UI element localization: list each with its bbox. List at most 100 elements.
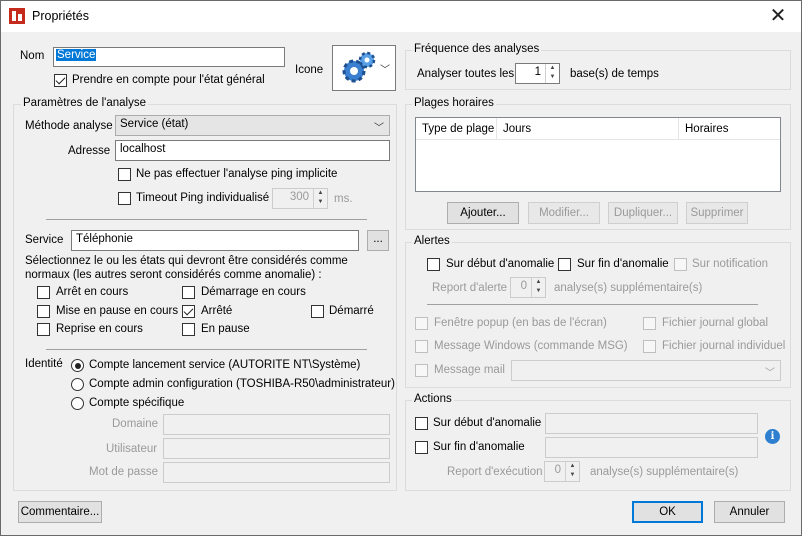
timeout-checkbox[interactable] — [118, 192, 131, 205]
column-header-type[interactable]: Type de plage — [416, 118, 497, 140]
name-input[interactable]: Service — [53, 47, 285, 67]
password-input[interactable] — [163, 462, 390, 483]
action-on-end-input[interactable] — [545, 437, 758, 458]
domain-input[interactable] — [163, 414, 390, 435]
icon-label: Icone — [295, 64, 324, 76]
windows-msg-checkbox[interactable] — [415, 340, 428, 353]
domain-label: Domaine — [112, 418, 159, 430]
ok-button[interactable]: OK — [632, 501, 703, 523]
alert-on-notification-checkbox[interactable] — [674, 258, 687, 271]
user-label: Utilisateur — [106, 443, 158, 455]
close-icon[interactable]: ✕ — [755, 1, 801, 32]
state-stopped-checkbox[interactable] — [182, 305, 195, 318]
browse-service-button[interactable]: ... — [367, 230, 389, 251]
frequency-group-title: Fréquence des analyses — [412, 43, 542, 55]
address-label: Adresse — [68, 145, 111, 157]
global-log-label: Fichier journal global — [662, 317, 769, 329]
column-header-days[interactable]: Jours — [497, 118, 679, 140]
state-stopping-label: Arrêt en cours — [56, 286, 129, 298]
timeout-spinner[interactable]: 300 ▲ ▼ — [272, 188, 328, 209]
state-starting-checkbox[interactable] — [182, 286, 195, 299]
chevron-down-icon: ﹀ — [380, 65, 390, 76]
schedule-group-title: Plages horaires — [412, 97, 496, 109]
gears-icon — [342, 51, 376, 83]
alert-on-start-label: Sur début d'anomalie — [446, 258, 555, 270]
icon-picker[interactable]: ﹀ — [332, 45, 396, 91]
action-on-end-checkbox[interactable] — [415, 441, 428, 454]
schedule-table[interactable]: Type de plage Jours Horaires — [415, 117, 781, 192]
state-pausing-checkbox[interactable] — [37, 305, 50, 318]
action-on-start-checkbox[interactable] — [415, 417, 428, 430]
no-ping-checkbox[interactable] — [118, 168, 131, 181]
app-icon — [9, 8, 25, 24]
spinner-arrows-icon[interactable]: ▲ ▼ — [313, 189, 327, 208]
individual-log-label: Fichier journal individuel — [662, 340, 786, 352]
name-input-value: Service — [56, 49, 97, 61]
alert-on-start-checkbox[interactable] — [427, 258, 440, 271]
add-schedule-button[interactable]: Ajouter... — [447, 202, 519, 224]
individual-log-checkbox[interactable] — [643, 340, 656, 353]
column-header-hours[interactable]: Horaires — [679, 118, 780, 140]
spinner-arrows-icon[interactable]: ▲ ▼ — [545, 64, 559, 83]
separator — [46, 349, 367, 350]
comment-button[interactable]: Commentaire... — [18, 501, 102, 523]
action-delay-spinner[interactable]: 0 ▲ ▼ — [544, 461, 580, 482]
frequency-value: 1 — [534, 66, 541, 78]
alert-on-notification-label: Sur notification — [692, 258, 769, 270]
analysis-group-title: Paramètres de l'analyse — [21, 97, 149, 109]
timeout-unit: ms. — [334, 193, 353, 205]
mail-checkbox[interactable] — [415, 364, 428, 377]
frequency-suffix: base(s) de temps — [570, 68, 659, 80]
properties-dialog: Propriétés ✕ Nom Service Prendre en comp… — [0, 0, 802, 536]
separator — [427, 304, 758, 305]
timeout-value: 300 — [289, 191, 309, 203]
separator — [46, 219, 367, 220]
alert-delay-suffix: analyse(s) supplémentaire(s) — [554, 282, 703, 294]
mail-select[interactable]: ﹀ — [511, 360, 781, 381]
timeout-label: Timeout Ping individualisé — [136, 192, 270, 204]
delete-schedule-button[interactable]: Supprimer — [686, 202, 748, 224]
password-label: Mot de passe — [89, 466, 159, 478]
title-bar: Propriétés ✕ — [1, 1, 801, 32]
alert-delay-spinner[interactable]: 0 ▲ ▼ — [510, 277, 546, 298]
spinner-arrows-icon[interactable]: ▲ ▼ — [531, 278, 545, 297]
state-started-label: Démarré — [329, 305, 374, 317]
edit-schedule-button[interactable]: Modifier... — [528, 202, 600, 224]
identity-option-2-radio[interactable] — [71, 397, 84, 410]
info-icon[interactable]: i — [765, 429, 780, 444]
alert-delay-value: 0 — [520, 280, 527, 292]
action-delay-label: Report d'exécution — [447, 466, 543, 478]
global-log-checkbox[interactable] — [643, 317, 656, 330]
state-resuming-label: Reprise en cours — [56, 323, 143, 335]
state-pausing-label: Mise en pause en cours — [56, 305, 179, 317]
duplicate-schedule-button[interactable]: Dupliquer... — [608, 202, 678, 224]
states-intro: Sélectionnez le ou les états qui devront… — [25, 255, 348, 281]
action-on-start-input[interactable] — [545, 413, 758, 434]
state-paused-checkbox[interactable] — [182, 323, 195, 336]
cancel-button[interactable]: Annuler — [714, 501, 785, 523]
action-delay-suffix: analyse(s) supplémentaire(s) — [590, 466, 739, 478]
address-input[interactable]: localhost — [115, 140, 390, 161]
state-stopping-checkbox[interactable] — [37, 286, 50, 299]
service-input[interactable]: Téléphonie — [71, 230, 359, 251]
identity-option-1-radio[interactable] — [71, 378, 84, 391]
state-stopped-label: Arrêté — [201, 305, 233, 317]
action-on-end-label: Sur fin d'anomalie — [433, 441, 525, 453]
window-title: Propriétés — [32, 9, 89, 23]
spinner-arrows-icon[interactable]: ▲ ▼ — [565, 462, 579, 481]
state-started-checkbox[interactable] — [311, 305, 324, 318]
state-resuming-checkbox[interactable] — [37, 323, 50, 336]
include-checkbox[interactable] — [54, 74, 67, 87]
identity-option-1-label: Compte admin configuration (TOSHIBA-R50\… — [89, 378, 395, 390]
state-starting-label: Démarrage en cours — [201, 286, 306, 298]
method-select[interactable]: Service (état) ﹀ — [115, 115, 390, 136]
frequency-prefix: Analyser toutes les — [417, 68, 515, 80]
identity-option-0-radio[interactable] — [71, 359, 84, 372]
action-delay-value: 0 — [554, 464, 561, 476]
popup-checkbox[interactable] — [415, 317, 428, 330]
user-input[interactable] — [163, 438, 390, 459]
frequency-spinner[interactable]: 1 ▲ ▼ — [515, 63, 560, 84]
alerts-group-title: Alertes — [412, 235, 452, 247]
identity-label: Identité — [25, 358, 63, 370]
alert-on-end-checkbox[interactable] — [558, 258, 571, 271]
